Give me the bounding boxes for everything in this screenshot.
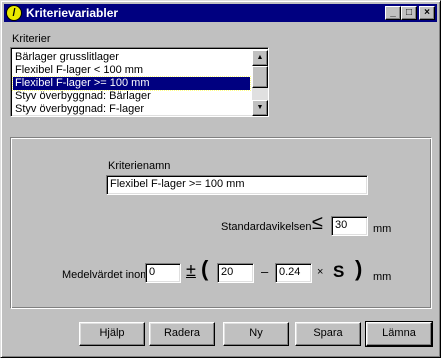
multiply-symbol: × [317,266,324,278]
maximize-button[interactable]: □ [401,6,417,20]
close-button[interactable]: × [419,6,435,20]
save-button[interactable]: Spara [295,322,361,346]
std-deviation-s-symbol: S [333,262,345,281]
coefficient-a-input[interactable]: 20 [217,263,254,283]
new-button[interactable]: Ny [223,322,289,346]
list-item[interactable]: Styv överbyggnad: F-lager [13,103,250,116]
mean-value-input[interactable]: 0 [145,263,181,283]
list-item-selected[interactable]: Flexibel F-lager >= 100 mm [12,76,251,91]
criteria-label: Kriterier [12,33,51,45]
title-bar[interactable]: / Kriterievariabler _ □ × [4,4,437,22]
app-logo-icon: / [6,5,22,21]
minimize-button[interactable]: _ [385,6,401,20]
listbox-scrollbar[interactable]: ▲ ▼ [252,50,268,116]
plus-minus-symbol: ± [186,260,196,280]
delete-button[interactable]: Radera [149,322,215,346]
minus-symbol: – [261,264,269,279]
std-deviation-input[interactable]: 30 [331,216,368,236]
mean-value-label: Medelvärdet inom [62,269,150,281]
scroll-thumb[interactable] [252,66,268,88]
list-item[interactable]: Bärlager grusslitlager [13,51,250,64]
list-item[interactable]: Flexibel F-lager < 100 mm [13,64,250,77]
criteria-listbox[interactable]: Bärlager grusslitlager Flexibel F-lager … [10,47,269,117]
list-item[interactable]: Styv överbyggnad: Bärlager [13,90,250,103]
coefficient-b-input[interactable]: 0.24 [275,263,312,283]
scroll-up-icon[interactable]: ▲ [252,50,268,66]
close-paren-symbol: ) [355,256,363,281]
scroll-down-icon[interactable]: ▼ [252,100,268,116]
std-deviation-label: Standardavikelsen [221,221,312,233]
std-deviation-unit: mm [373,223,392,235]
criteria-name-label: Kriterienamn [108,160,171,172]
exit-button[interactable]: Lämna [365,321,433,347]
window-title: Kriterievariabler [26,6,119,20]
help-button[interactable]: Hjälp [79,322,145,346]
mean-value-unit: mm [373,271,392,283]
less-equal-symbol: ≤ [312,212,323,234]
criteria-name-input[interactable]: Flexibel F-lager >= 100 mm [106,175,368,195]
criteria-variables-window: / Kriterievariabler _ □ × Kriterier Bärl… [0,0,441,358]
open-paren-symbol: ( [201,256,209,281]
